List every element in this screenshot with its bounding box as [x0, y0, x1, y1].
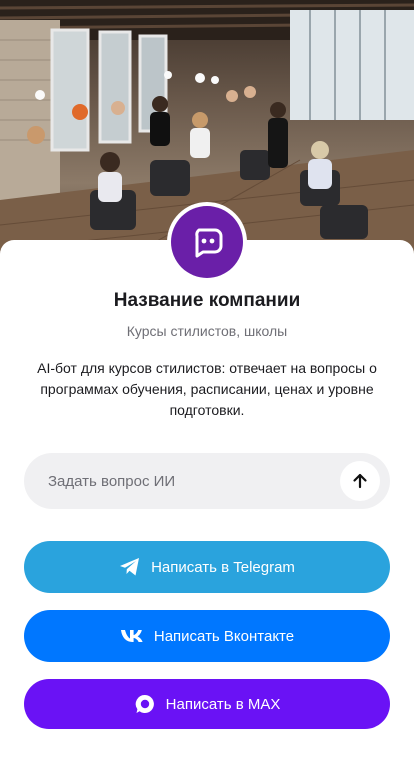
max-icon	[134, 693, 156, 715]
chat-bubble-icon	[195, 228, 223, 258]
company-description: AI-бот для курсов стилистов: отвечает на…	[37, 360, 377, 418]
ask-ai-input[interactable]	[48, 453, 348, 509]
send-button[interactable]	[340, 461, 380, 501]
company-name: Название компании	[113, 290, 301, 311]
telegram-button-label: Написать в Telegram	[151, 558, 295, 576]
company-category: Курсы стилистов, школы	[126, 323, 288, 339]
telegram-icon	[119, 557, 141, 577]
vk-icon	[120, 629, 144, 643]
arrow-up-icon	[353, 473, 367, 489]
telegram-button[interactable]: Написать в Telegram	[24, 541, 390, 593]
avatar-circle	[171, 206, 243, 278]
company-avatar	[167, 202, 247, 282]
max-button-label: Написать в MAX	[165, 695, 281, 713]
max-button[interactable]: Написать в MAX	[24, 679, 390, 729]
vk-button[interactable]: Написать Вконтакте	[24, 610, 390, 662]
ask-ai-box	[24, 453, 390, 509]
vk-button-label: Написать Вконтакте	[153, 627, 295, 645]
